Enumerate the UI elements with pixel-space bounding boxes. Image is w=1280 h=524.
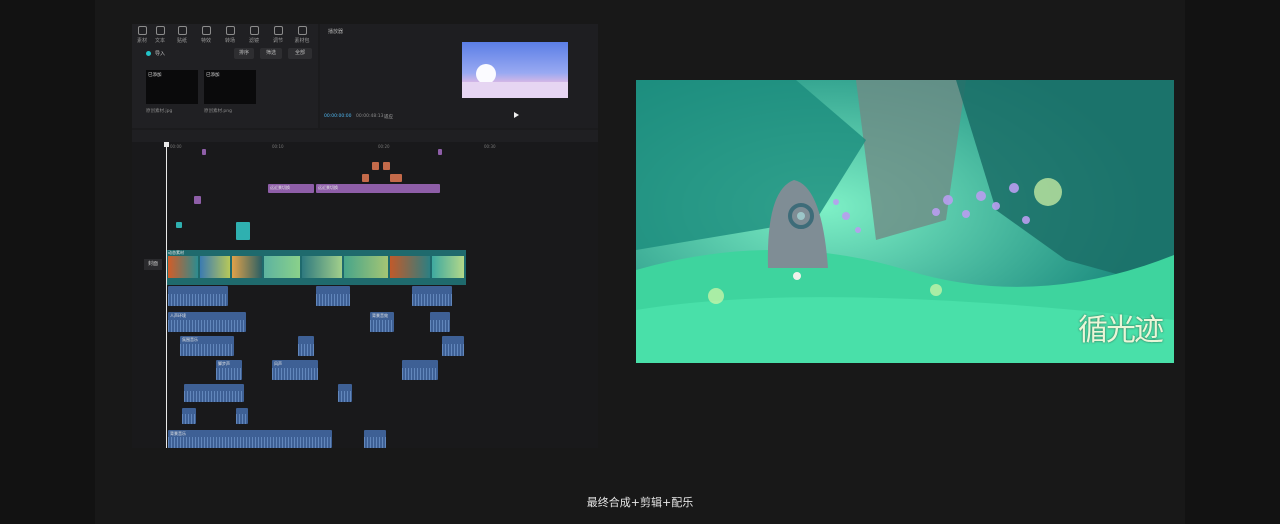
thumb-filename: 原创素材.png bbox=[204, 109, 232, 114]
thumb-added-label: 已添加 bbox=[148, 73, 162, 78]
sticker-clip[interactable]: 远近景切换 bbox=[316, 184, 440, 193]
effect-clip[interactable] bbox=[372, 162, 379, 170]
sticker-clip[interactable] bbox=[202, 149, 206, 155]
effects-icon bbox=[201, 26, 211, 35]
preview-canvas[interactable] bbox=[462, 42, 568, 98]
audio-clip[interactable]: 风声 bbox=[272, 360, 318, 380]
imported-tab[interactable]: 导入 bbox=[146, 50, 165, 57]
audio-clip[interactable] bbox=[338, 384, 352, 403]
tool-sticker[interactable]: 贴纸 bbox=[172, 26, 192, 44]
play-icon[interactable] bbox=[514, 112, 519, 118]
tool-effects[interactable]: 特效 bbox=[196, 26, 216, 44]
audio-clip[interactable] bbox=[168, 286, 228, 306]
video-frame bbox=[200, 256, 230, 278]
library-icon bbox=[297, 26, 307, 35]
game-screenshot: 循光迹 bbox=[636, 80, 1174, 363]
video-frame bbox=[302, 256, 342, 278]
audio-clip[interactable] bbox=[402, 360, 438, 380]
effect-clip[interactable] bbox=[390, 174, 402, 182]
audio-clip[interactable]: 背景音效 bbox=[370, 312, 394, 332]
timeline-toolbar bbox=[132, 130, 598, 142]
video-frame bbox=[344, 256, 388, 278]
active-dot-icon bbox=[146, 51, 151, 56]
audio-clip[interactable] bbox=[236, 408, 248, 424]
video-frame bbox=[264, 256, 300, 278]
playhead[interactable] bbox=[166, 144, 167, 448]
cover-button[interactable]: 封面 bbox=[144, 259, 162, 270]
sticker-clip[interactable] bbox=[194, 196, 201, 204]
video-track[interactable]: 动态素材 bbox=[166, 250, 466, 285]
effect-clip[interactable] bbox=[383, 162, 390, 170]
hill-shape bbox=[462, 82, 568, 98]
transition-icon bbox=[225, 26, 235, 35]
ruler-tick: 00:00 bbox=[170, 144, 182, 149]
audio-clip[interactable]: 人声环境 bbox=[168, 312, 246, 332]
audio-clip[interactable] bbox=[442, 336, 464, 356]
media-panel: 素材 文本 贴纸 特效 转场 滤镜 调节 素材包 导入 排序 筛选 全部 已添加… bbox=[132, 24, 318, 128]
tool-filter[interactable]: 滤镜 bbox=[244, 26, 264, 44]
video-frame bbox=[232, 256, 262, 278]
tool-text[interactable]: 文本 bbox=[150, 26, 170, 44]
current-time: 00:00:00:00 bbox=[324, 114, 352, 119]
ruler-tick: 00:30 bbox=[484, 144, 496, 149]
audio-clip[interactable] bbox=[316, 286, 350, 306]
sticker-icon bbox=[177, 26, 187, 35]
caption-text: 最终合成+剪辑+配乐 bbox=[586, 496, 694, 509]
filter-icon bbox=[249, 26, 259, 35]
player-panel: 播放器 00:00:00:00 00:00:48:13 适应 bbox=[320, 24, 598, 128]
video-frame bbox=[168, 256, 198, 278]
adjust-icon bbox=[273, 26, 283, 35]
video-frame bbox=[432, 256, 464, 278]
audio-clip[interactable] bbox=[182, 408, 196, 424]
sticker-clip[interactable] bbox=[438, 149, 442, 155]
media-icon bbox=[137, 26, 147, 35]
audio-clip[interactable]: 氛围音乐 bbox=[180, 336, 234, 356]
ruler-tick: 00:20 bbox=[378, 144, 390, 149]
text-clip[interactable] bbox=[236, 222, 250, 240]
tool-adjust[interactable]: 调节 bbox=[268, 26, 288, 44]
text-clip[interactable] bbox=[176, 222, 182, 228]
all-button[interactable]: 全部 bbox=[288, 48, 312, 59]
video-frame bbox=[390, 256, 430, 278]
total-time: 00:00:48:13 bbox=[356, 114, 384, 119]
audio-clip[interactable] bbox=[184, 384, 244, 403]
player-title: 播放器 bbox=[328, 29, 344, 35]
sticker-clip[interactable]: 远近景切换 bbox=[268, 184, 314, 193]
thumb-filename: 原创素材.jpg bbox=[146, 109, 173, 114]
sun-shape bbox=[476, 64, 496, 84]
timeline-panel: 00:00 00:10 00:20 00:30 远近景切换 远近景切换 封面 动… bbox=[132, 130, 598, 449]
audio-clip[interactable]: 背景音乐 bbox=[168, 430, 332, 449]
video-editor-window: 素材 文本 贴纸 特效 转场 滤镜 调节 素材包 导入 排序 筛选 全部 已添加… bbox=[132, 24, 598, 449]
sort-button[interactable]: 排序 bbox=[234, 48, 254, 59]
game-logo: 循光迹 bbox=[1078, 313, 1164, 348]
tool-transition[interactable]: 转场 bbox=[220, 26, 240, 44]
filter-button[interactable]: 筛选 bbox=[260, 48, 282, 59]
effect-clip[interactable] bbox=[362, 174, 369, 182]
audio-clip[interactable] bbox=[364, 430, 386, 449]
ruler-tick: 00:10 bbox=[272, 144, 284, 149]
ratio-select[interactable]: 适应 bbox=[384, 114, 393, 120]
tool-media[interactable]: 素材 bbox=[132, 26, 152, 44]
text-icon bbox=[155, 26, 165, 35]
audio-clip[interactable] bbox=[430, 312, 450, 332]
thumb-added-label: 已添加 bbox=[206, 73, 220, 78]
audio-clip[interactable]: 脚步声 bbox=[216, 360, 242, 380]
tool-library[interactable]: 素材包 bbox=[292, 26, 312, 44]
audio-clip[interactable] bbox=[298, 336, 314, 356]
timeline-ruler[interactable]: 00:00 00:10 00:20 00:30 bbox=[166, 142, 598, 151]
audio-clip[interactable] bbox=[412, 286, 452, 306]
